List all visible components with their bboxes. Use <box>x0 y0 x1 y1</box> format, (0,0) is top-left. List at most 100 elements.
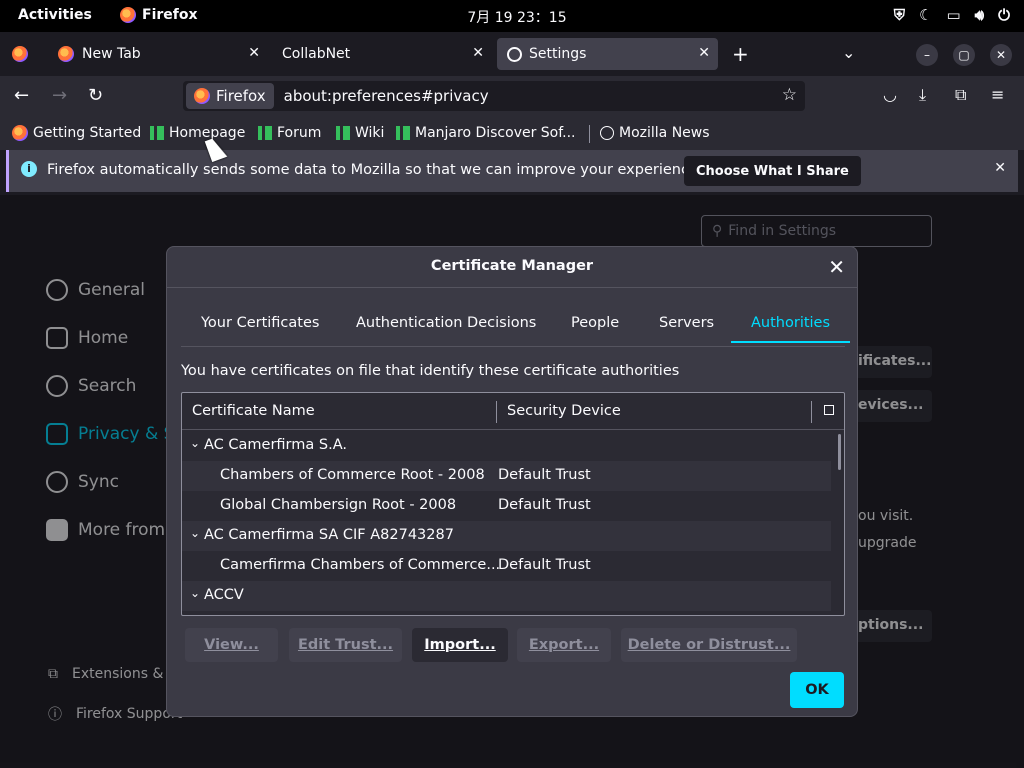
bookmark-mozilla-news[interactable]: Mozilla News <box>600 125 710 141</box>
tree-header: Certificate Name Security Device <box>182 393 844 430</box>
column-security-device[interactable]: Security Device <box>507 403 621 419</box>
certificate-name: Camerfirma Chambers of Commerce... <box>220 557 501 573</box>
extensions-icon[interactable]: ⧉ <box>955 85 966 105</box>
column-certificate-name[interactable]: Certificate Name <box>192 403 315 419</box>
dialog-title: Certificate Manager <box>430 258 594 274</box>
manjaro-icon <box>336 126 350 140</box>
bookmark-label: Homepage <box>169 125 246 141</box>
url-text[interactable]: about:preferences#privacy <box>284 87 489 105</box>
downloads-icon[interactable]: ⤓ <box>919 85 926 105</box>
tree-row[interactable]: Global Chambersign Root - 2008 Default T… <box>182 491 831 521</box>
certificate-tree[interactable]: Certificate Name Security Device ⌄ AC Ca… <box>181 392 845 616</box>
telemetry-notification: i Firefox automatically sends some data … <box>6 150 1018 192</box>
close-icon[interactable]: ✕ <box>828 255 845 279</box>
close-icon[interactable]: ✕ <box>698 45 710 61</box>
delete-or-distrust-button[interactable]: Delete or Distrust... <box>621 628 797 662</box>
tree-group-row[interactable]: ⌄ AC Camerfirma S.A. <box>182 431 831 461</box>
chevron-down-icon[interactable]: ⌄ <box>190 586 200 600</box>
clock[interactable]: 7月 19 23：15 <box>0 7 1024 27</box>
manjaro-icon <box>396 126 410 140</box>
tab-authorities[interactable]: Authorities <box>730 315 851 343</box>
tree-row[interactable]: Chambers of Commerce Root - 2008 Default… <box>182 461 831 491</box>
close-window-button[interactable]: ✕ <box>990 44 1012 66</box>
view-button[interactable]: View... <box>185 628 278 662</box>
tree-row[interactable]: Camerfirma Chambers of Commerce... Defau… <box>182 551 831 581</box>
bookmark-homepage[interactable]: Homepage <box>150 125 245 141</box>
bookmark-label: Forum <box>277 125 322 141</box>
close-icon[interactable]: ✕ <box>248 45 260 61</box>
chevron-down-icon[interactable]: ⌄ <box>842 43 855 62</box>
tab-settings[interactable]: Settings ✕ <box>497 38 718 70</box>
volume-icon: 🔊︎ <box>974 6 985 24</box>
gear-icon <box>507 46 522 62</box>
tab-your-certificates[interactable]: Your Certificates <box>201 315 319 331</box>
night-light-icon: ☾ <box>919 6 933 24</box>
certificate-manager-dialog: Certificate Manager ✕ Your Certificates … <box>166 246 858 717</box>
divider <box>167 287 857 288</box>
identity-box[interactable]: Firefox <box>186 83 274 109</box>
back-icon[interactable]: ← <box>14 85 29 106</box>
system-tray[interactable]: ⛨ ☾ ▭ 🔊︎ ⏻ <box>894 6 1010 24</box>
import-button[interactable]: Import... <box>412 628 508 662</box>
chevron-down-icon[interactable]: ⌄ <box>190 436 200 450</box>
column-picker-icon[interactable] <box>824 405 834 415</box>
power-icon: ⏻ <box>998 6 1010 24</box>
bookmark-label: Getting Started <box>33 125 142 141</box>
tab-new-tab[interactable]: New Tab ✕ <box>48 38 268 70</box>
tab-label: New Tab <box>82 46 141 62</box>
forward-icon[interactable]: → <box>52 85 67 106</box>
new-tab-icon[interactable]: + <box>732 42 749 66</box>
manjaro-icon <box>258 126 272 140</box>
maximize-button[interactable]: ▢ <box>953 44 975 66</box>
edit-trust-button[interactable]: Edit Trust... <box>289 628 402 662</box>
security-device: Default Trust <box>498 557 591 573</box>
tab-collabnet[interactable]: CollabNet ✕ <box>272 38 492 70</box>
bookmarks-toolbar: Getting Started Homepage Forum Wiki Manj… <box>0 116 1024 150</box>
url-bar[interactable]: Firefox about:preferences#privacy ☆ <box>183 81 805 111</box>
firefox-view-icon[interactable] <box>12 46 28 62</box>
authorities-description: You have certificates on file that ident… <box>181 363 680 379</box>
bookmark-getting-started[interactable]: Getting Started <box>12 125 141 141</box>
export-button[interactable]: Export... <box>517 628 611 662</box>
tree-group-row[interactable]: ⌄ ACCV <box>182 581 831 611</box>
tree-group-row[interactable]: ⌄ AC Camerfirma SA CIF A82743287 <box>182 521 831 551</box>
globe-icon <box>600 126 614 140</box>
minimize-button[interactable]: – <box>916 44 938 66</box>
tab-bar: New Tab ✕ CollabNet ✕ Settings ✕ + ⌄ – ▢… <box>0 32 1024 76</box>
ok-button[interactable]: OK <box>790 672 844 708</box>
system-top-bar: Activities Firefox 7月 19 23：15 ⛨ ☾ ▭ 🔊︎ … <box>0 0 1024 32</box>
bookmark-star-icon[interactable]: ☆ <box>782 85 797 105</box>
pocket-icon[interactable]: ◡ <box>883 85 897 104</box>
close-icon[interactable]: ✕ <box>472 45 484 61</box>
bookmark-forum[interactable]: Forum <box>258 125 321 141</box>
menu-icon[interactable]: ≡ <box>991 85 1004 104</box>
firefox-icon <box>12 125 28 141</box>
shield-icon: ⛨ <box>893 6 906 24</box>
bookmark-manjaro-discover[interactable]: Manjaro Discover Sof... <box>396 125 576 141</box>
tab-people[interactable]: People <box>571 315 619 331</box>
bookmark-label: Wiki <box>355 125 385 141</box>
certificate-name: Chambers of Commerce Root - 2008 <box>220 467 485 483</box>
bookmark-separator <box>589 125 590 143</box>
reload-icon[interactable]: ↻ <box>88 85 103 106</box>
screen-icon: ▭ <box>946 6 961 24</box>
tree-scrollbar[interactable] <box>838 434 841 470</box>
tab-authentication-decisions[interactable]: Authentication Decisions <box>356 315 536 331</box>
column-separator[interactable] <box>496 401 497 423</box>
firefox-icon <box>194 88 210 104</box>
certificate-name: AC Camerfirma SA CIF A82743287 <box>204 527 454 543</box>
tab-label: Settings <box>529 46 587 62</box>
firefox-icon <box>58 46 74 62</box>
manjaro-icon <box>150 126 164 140</box>
tab-label: CollabNet <box>282 46 351 62</box>
column-separator[interactable] <box>811 401 812 423</box>
choose-what-i-share-button[interactable]: Choose What I Share <box>684 156 861 186</box>
tab-servers[interactable]: Servers <box>659 315 714 331</box>
notification-message: Firefox automatically sends some data to… <box>47 162 703 178</box>
chevron-down-icon[interactable]: ⌄ <box>190 526 200 540</box>
bookmark-wiki[interactable]: Wiki <box>336 125 384 141</box>
close-icon[interactable]: ✕ <box>994 160 1006 176</box>
security-device: Default Trust <box>498 467 591 483</box>
certificate-tabs: Your Certificates Authentication Decisio… <box>181 305 851 347</box>
nav-toolbar: ← → ↻ Firefox about:preferences#privacy … <box>0 76 1024 116</box>
